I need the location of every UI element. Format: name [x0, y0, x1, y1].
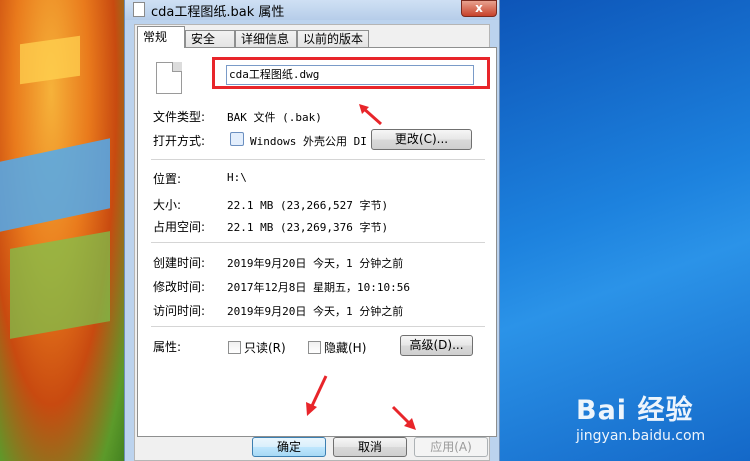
annotation-highlight-box — [212, 57, 490, 89]
size-on-disk-value: 22.1 MB (23,269,376 字节) — [227, 221, 389, 234]
readonly-label: 只读(R) — [244, 341, 286, 355]
divider — [151, 159, 485, 160]
accessed-value: 2019年9月20日 今天，1 分钟之前 — [227, 305, 404, 318]
file-type-value: BAK 文件 (.bak) — [227, 111, 322, 124]
file-icon — [133, 2, 145, 17]
readonly-checkbox[interactable] — [228, 341, 241, 354]
size-label: 大小: — [153, 198, 182, 212]
wallpaper-shape — [20, 35, 80, 85]
size-value: 22.1 MB (23,266,527 字节) — [227, 199, 389, 212]
hidden-checkbox[interactable] — [308, 341, 321, 354]
location-value: H:\ — [227, 171, 247, 184]
baidu-watermark: Bai 经验 jingyan.baidu.com — [560, 380, 750, 461]
modified-value: 2017年12月8日 星期五，10:10:56 — [227, 281, 410, 294]
advanced-button[interactable]: 高级(D)... — [400, 335, 473, 356]
tab-general[interactable]: 常规 — [137, 26, 185, 48]
divider — [151, 326, 485, 327]
accessed-label: 访问时间: — [153, 304, 206, 318]
size-on-disk-label: 占用空间: — [153, 220, 206, 234]
tab-details[interactable]: 详细信息 — [235, 30, 297, 48]
close-icon: x — [475, 1, 483, 15]
ok-button[interactable]: 确定 — [252, 437, 326, 457]
open-with-label: 打开方式: — [153, 134, 206, 148]
annotation-arrow — [391, 405, 416, 430]
annotation-arrow — [359, 104, 382, 126]
document-icon — [156, 62, 182, 94]
attributes-label: 属性: — [153, 340, 182, 354]
tab-security[interactable]: 安全 — [185, 30, 235, 48]
apply-button[interactable]: 应用(A) — [414, 437, 488, 457]
created-label: 创建时间: — [153, 256, 206, 270]
cancel-button[interactable]: 取消 — [333, 437, 407, 457]
title-bar[interactable]: cda工程图纸.bak 属性 x — [125, 0, 499, 20]
location-label: 位置: — [153, 172, 182, 186]
window-title: cda工程图纸.bak 属性 — [151, 5, 285, 20]
created-value: 2019年9月20日 今天，1 分钟之前 — [227, 257, 404, 270]
watermark-url: jingyan.baidu.com — [576, 428, 706, 444]
change-button[interactable]: 更改(C)... — [371, 129, 472, 150]
file-type-label: 文件类型: — [153, 110, 206, 124]
divider — [151, 242, 485, 243]
hidden-label: 隐藏(H) — [324, 341, 367, 355]
close-button[interactable]: x — [461, 0, 497, 17]
baidu-jingyan-logo: Bai 经验 — [576, 395, 694, 426]
tab-previous-versions[interactable]: 以前的版本 — [297, 30, 369, 48]
application-icon — [230, 132, 244, 146]
annotation-arrow — [306, 375, 328, 416]
wallpaper-shape — [10, 231, 110, 339]
modified-label: 修改时间: — [153, 280, 206, 294]
open-with-value: Windows 外壳公用 DI — [250, 135, 367, 148]
